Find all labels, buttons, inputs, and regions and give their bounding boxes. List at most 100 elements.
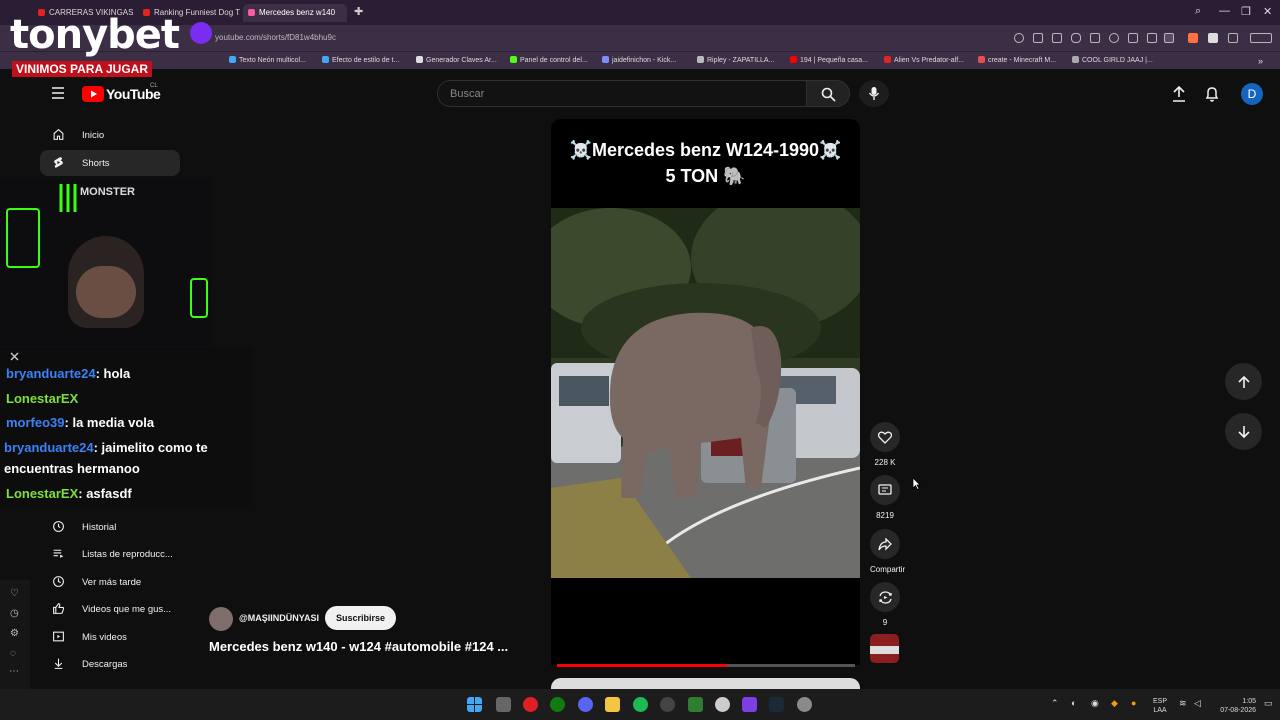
- sidebar-item-inicio[interactable]: Inicio: [40, 122, 180, 148]
- bookmark[interactable]: Alien Vs Predator-alf...: [884, 56, 964, 64]
- sidebar-item-liked-videos[interactable]: Videos que me gus...: [40, 596, 180, 622]
- spotify-icon[interactable]: [633, 697, 648, 712]
- search-button[interactable]: [806, 80, 850, 107]
- settings-icon[interactable]: [1228, 33, 1238, 43]
- bookmark[interactable]: jaidefinichon - Kick...: [602, 56, 676, 64]
- maximize-icon[interactable]: ❐: [1241, 5, 1251, 18]
- tray-app-icon[interactable]: ●: [1131, 699, 1136, 708]
- volume-icon[interactable]: ◁: [1194, 699, 1201, 708]
- bookmark[interactable]: Efecto de estilo de t...: [322, 56, 399, 64]
- settings-icon[interactable]: [797, 697, 812, 712]
- tray-app-icon[interactable]: ◆: [1111, 699, 1118, 708]
- wifi-icon[interactable]: ≋: [1179, 699, 1187, 708]
- sidebar-item-playlists[interactable]: Listas de reproducc...: [40, 541, 180, 567]
- bookmark[interactable]: 194 | Pequeña casa...: [790, 56, 868, 64]
- notifications-bell-icon[interactable]: [1205, 86, 1219, 102]
- windows-taskbar: ⌃ ◐ ◉ ◆ ● ESP LAA ≋ ◁ 1:05 07-08-2026 ▭: [0, 689, 1280, 720]
- download-icon[interactable]: [1128, 33, 1138, 43]
- tray-app-icon[interactable]: ◐: [1071, 699, 1076, 708]
- settings-icon[interactable]: ⚙: [10, 628, 19, 639]
- xbox-icon[interactable]: [550, 697, 565, 712]
- discord-icon[interactable]: [578, 697, 593, 712]
- history-icon[interactable]: ◷: [10, 608, 19, 619]
- windows-start-icon[interactable]: [467, 697, 482, 712]
- play-icon[interactable]: [1090, 33, 1100, 43]
- steam-tray-icon[interactable]: ◉: [1091, 699, 1099, 708]
- remix-action[interactable]: 9: [870, 582, 900, 627]
- more-icon[interactable]: ⋯: [9, 666, 19, 677]
- menu-icon[interactable]: [51, 86, 65, 100]
- tray-overflow-icon[interactable]: ⌃: [1051, 699, 1059, 708]
- extension-icon[interactable]: [1188, 33, 1198, 43]
- chrome-icon[interactable]: [715, 697, 730, 712]
- voice-search-button[interactable]: [859, 80, 889, 107]
- language-indicator[interactable]: ESP LAA: [1150, 697, 1170, 715]
- bookmark[interactable]: COOL GIRLD JAAJ |...: [1072, 56, 1153, 64]
- bookmark-favicon-icon: [229, 56, 236, 63]
- share-button[interactable]: [870, 529, 900, 559]
- spreadsheet-icon[interactable]: [688, 697, 703, 712]
- clock[interactable]: 1:05 07-08-2026: [1208, 697, 1256, 715]
- new-tab-icon[interactable]: ✚: [354, 5, 363, 18]
- upload-icon[interactable]: [1172, 86, 1186, 102]
- share-action[interactable]: Compartir: [870, 529, 905, 574]
- search-tabs-icon[interactable]: ⌕: [1195, 5, 1201, 18]
- remix-button[interactable]: [870, 582, 900, 612]
- zoom-icon[interactable]: [1014, 33, 1024, 43]
- like-count: 228 K: [874, 458, 896, 467]
- sidebar-item-watch-later[interactable]: Ver más tarde: [40, 569, 180, 595]
- short-video-player[interactable]: ☠️Mercedes benz W124-1990☠️ 5 TON 🐘: [551, 119, 860, 665]
- steam-icon[interactable]: [769, 697, 784, 712]
- shield-icon[interactable]: [1071, 33, 1081, 43]
- channel-avatar[interactable]: [209, 607, 233, 631]
- close-icon[interactable]: [10, 352, 19, 361]
- close-icon[interactable]: ✕: [1263, 5, 1272, 18]
- bookmark[interactable]: Panel de control del...: [510, 56, 588, 64]
- next-short-button[interactable]: [1225, 413, 1262, 450]
- ai-button-icon[interactable]: [1250, 33, 1272, 43]
- url-field[interactable]: youtube.com/shorts/fD81w4bhu9c: [215, 33, 336, 42]
- bookmarks-more-icon[interactable]: »: [1258, 56, 1263, 66]
- extension-icon[interactable]: [1208, 33, 1218, 43]
- audio-track-thumbnail[interactable]: [870, 634, 899, 663]
- sidebar-item-historial[interactable]: Historial: [40, 514, 180, 540]
- microphone-icon: [868, 87, 880, 100]
- like-action[interactable]: 228 K: [870, 422, 900, 467]
- download-icon: [54, 658, 63, 669]
- video-progress-bar[interactable]: [557, 664, 855, 667]
- bookmark[interactable]: create - Minecraft M...: [978, 56, 1056, 64]
- bookmark[interactable]: Texto Neón multicol...: [229, 56, 306, 64]
- arrow-down-icon: [1237, 425, 1250, 438]
- comments-action[interactable]: 8219: [870, 475, 900, 520]
- heart-icon[interactable]: ♡: [10, 588, 19, 599]
- search-input[interactable]: Buscar: [437, 80, 807, 107]
- profile-icon[interactable]: [1164, 33, 1174, 43]
- edit-icon[interactable]: [1033, 33, 1043, 43]
- app-icon[interactable]: [742, 697, 757, 712]
- camera-icon[interactable]: [1052, 33, 1062, 43]
- opera-browser-icon[interactable]: [523, 697, 538, 712]
- minimize-icon[interactable]: —: [1219, 5, 1230, 17]
- lightbulb-icon[interactable]: ◌: [10, 648, 16, 659]
- file-explorer-icon[interactable]: [605, 697, 620, 712]
- sidebar-item-downloads[interactable]: Descargas: [40, 651, 180, 677]
- sponsor-tagline: VINIMOS PARA JUGAR: [12, 61, 153, 77]
- previous-short-button[interactable]: [1225, 363, 1262, 400]
- bookmark[interactable]: Ripley - ZAPATILLA...: [697, 56, 774, 64]
- channel-name[interactable]: @MAŞIINDÜNYASI: [239, 613, 319, 623]
- like-button[interactable]: [870, 422, 900, 452]
- sidebar-item-shorts[interactable]: Shorts: [40, 150, 180, 176]
- account-avatar[interactable]: D: [1241, 83, 1263, 105]
- comments-button[interactable]: [870, 475, 900, 505]
- notifications-icon[interactable]: ▭: [1264, 699, 1273, 708]
- task-view-icon[interactable]: [496, 697, 511, 712]
- history-icon[interactable]: [1147, 33, 1157, 43]
- browser-side-panel: ♡ ◷ ⚙ ◌ ⋯: [0, 580, 30, 690]
- sidebar-item-my-videos[interactable]: Mis videos: [40, 624, 180, 650]
- bookmark[interactable]: Generador Claves Ar...: [416, 56, 497, 64]
- heart-icon[interactable]: [1109, 33, 1119, 43]
- browser-tab-active[interactable]: Mercedes benz w140: [243, 4, 347, 22]
- subscribe-button[interactable]: Suscribirse: [325, 606, 396, 630]
- obs-icon[interactable]: [660, 697, 675, 712]
- video-title[interactable]: Mercedes benz w140 - w124 #automobile #1…: [209, 639, 508, 654]
